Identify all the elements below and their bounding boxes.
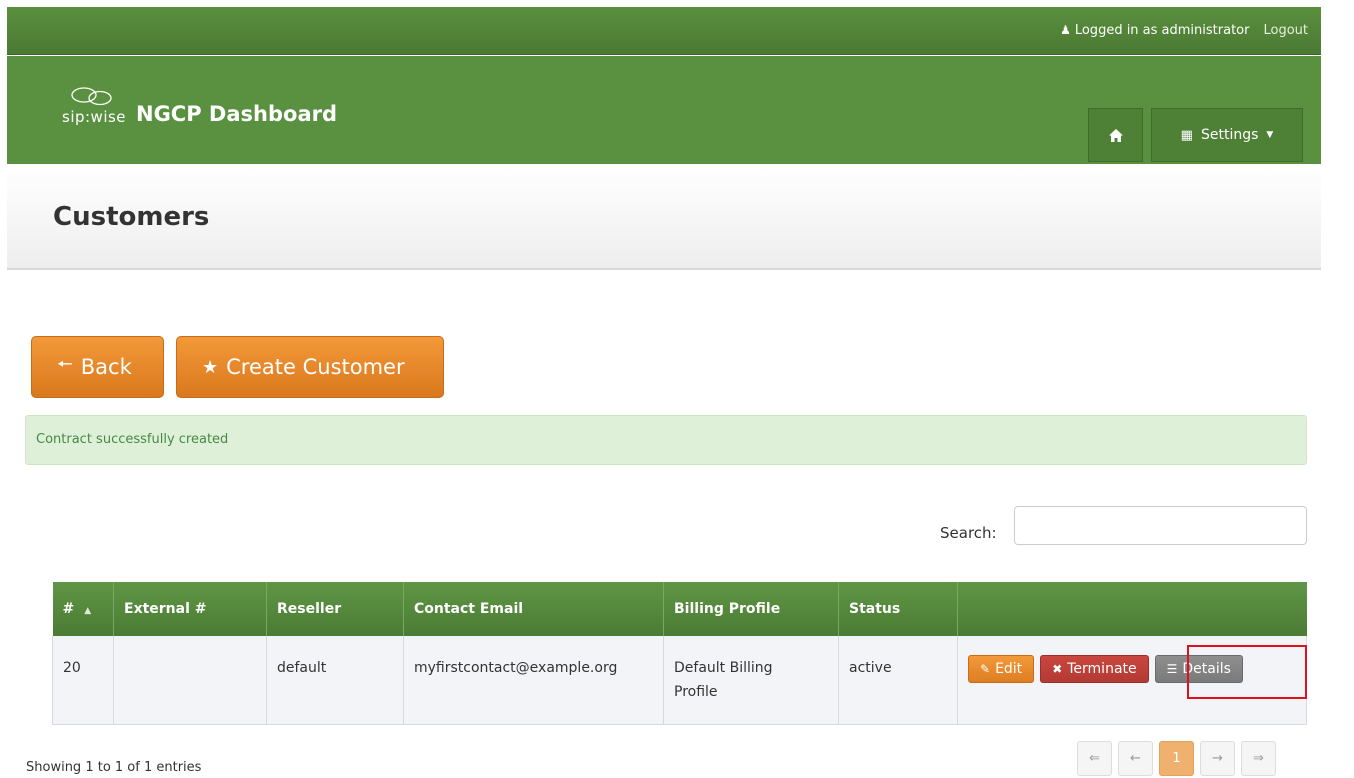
- close-icon: ✖: [1052, 662, 1063, 676]
- logo-text: sip:wise: [62, 108, 127, 126]
- top-bar: ♟ Logged in as administrator Logout: [7, 7, 1321, 55]
- cell-status: active: [838, 636, 958, 725]
- cell-billing-profile: Default Billing Profile: [663, 636, 839, 725]
- settings-dropdown[interactable]: ▦ Settings ▼: [1151, 108, 1303, 162]
- column-header-external[interactable]: External #: [113, 582, 267, 636]
- create-customer-button[interactable]: ★ Create Customer: [176, 336, 444, 398]
- brand[interactable]: sip:wise NGCP Dashboard: [62, 87, 337, 126]
- user-menu: ♟ Logged in as administrator Logout: [1060, 23, 1308, 38]
- details-highlight-box: [1187, 645, 1307, 699]
- settings-label: Settings: [1200, 127, 1259, 143]
- first-page-button[interactable]: ⇐: [1077, 741, 1112, 776]
- page-1-button[interactable]: 1: [1159, 741, 1194, 776]
- logged-in-text: Logged in as administrator: [1074, 23, 1250, 38]
- next-page-button[interactable]: →: [1200, 741, 1235, 776]
- edit-icon: ✎: [980, 662, 991, 676]
- table-row: 20 default myfirstcontact@example.org De…: [52, 636, 1307, 725]
- cell-external: [113, 636, 267, 725]
- cell-reseller: default: [266, 636, 404, 725]
- home-icon: [1108, 128, 1123, 142]
- star-icon: ★: [202, 356, 219, 378]
- search-input[interactable]: [1014, 506, 1307, 545]
- table-info: Showing 1 to 1 of 1 entries: [26, 760, 202, 775]
- logout-link[interactable]: Logout: [1263, 23, 1308, 38]
- back-label: Back: [80, 355, 132, 379]
- cell-email: myfirstcontact@example.org: [403, 636, 664, 725]
- speech-bubbles-icon: [71, 87, 112, 106]
- last-page-button[interactable]: ⇒: [1241, 741, 1276, 776]
- sort-asc-icon: ▲: [84, 606, 92, 616]
- user-icon: ♟: [1060, 23, 1071, 37]
- column-header-billing-profile[interactable]: Billing Profile: [663, 582, 839, 636]
- column-header-actions: [957, 582, 1307, 636]
- terminate-button[interactable]: ✖ Terminate: [1040, 655, 1149, 683]
- list-icon: ☰: [1166, 662, 1178, 676]
- success-alert: Contract successfully created: [25, 415, 1307, 465]
- create-label: Create Customer: [226, 355, 405, 379]
- sipwise-logo: sip:wise: [62, 87, 134, 126]
- pagination: ⇐ ← 1 → ⇒: [1077, 741, 1276, 776]
- cell-id: 20: [52, 636, 114, 725]
- edit-button[interactable]: ✎ Edit: [968, 655, 1035, 683]
- prev-page-button[interactable]: ←: [1118, 741, 1153, 776]
- chevron-down-icon: ▼: [1266, 130, 1274, 140]
- app-header: sip:wise NGCP Dashboard ▦ Settings ▼: [7, 56, 1321, 164]
- app-title: NGCP Dashboard: [136, 102, 337, 126]
- column-header-id[interactable]: # ▲: [52, 582, 114, 636]
- column-header-status[interactable]: Status: [838, 582, 958, 636]
- page-title: Customers: [53, 202, 210, 232]
- search-label: Search:: [940, 524, 997, 542]
- arrow-left-icon: 🠔: [57, 354, 73, 375]
- home-button[interactable]: [1088, 108, 1143, 162]
- column-header-contact-email[interactable]: Contact Email: [403, 582, 664, 636]
- grid-icon: ▦: [1180, 127, 1193, 143]
- page-title-band: Customers: [7, 164, 1321, 270]
- column-header-reseller[interactable]: Reseller: [266, 582, 404, 636]
- back-button[interactable]: 🠔 Back: [31, 336, 164, 398]
- customers-table: # ▲ External # Reseller Contact Email Bil…: [52, 582, 1307, 725]
- alert-text: Contract successfully created: [36, 432, 229, 447]
- table-header-row: # ▲ External # Reseller Contact Email Bil…: [52, 582, 1307, 636]
